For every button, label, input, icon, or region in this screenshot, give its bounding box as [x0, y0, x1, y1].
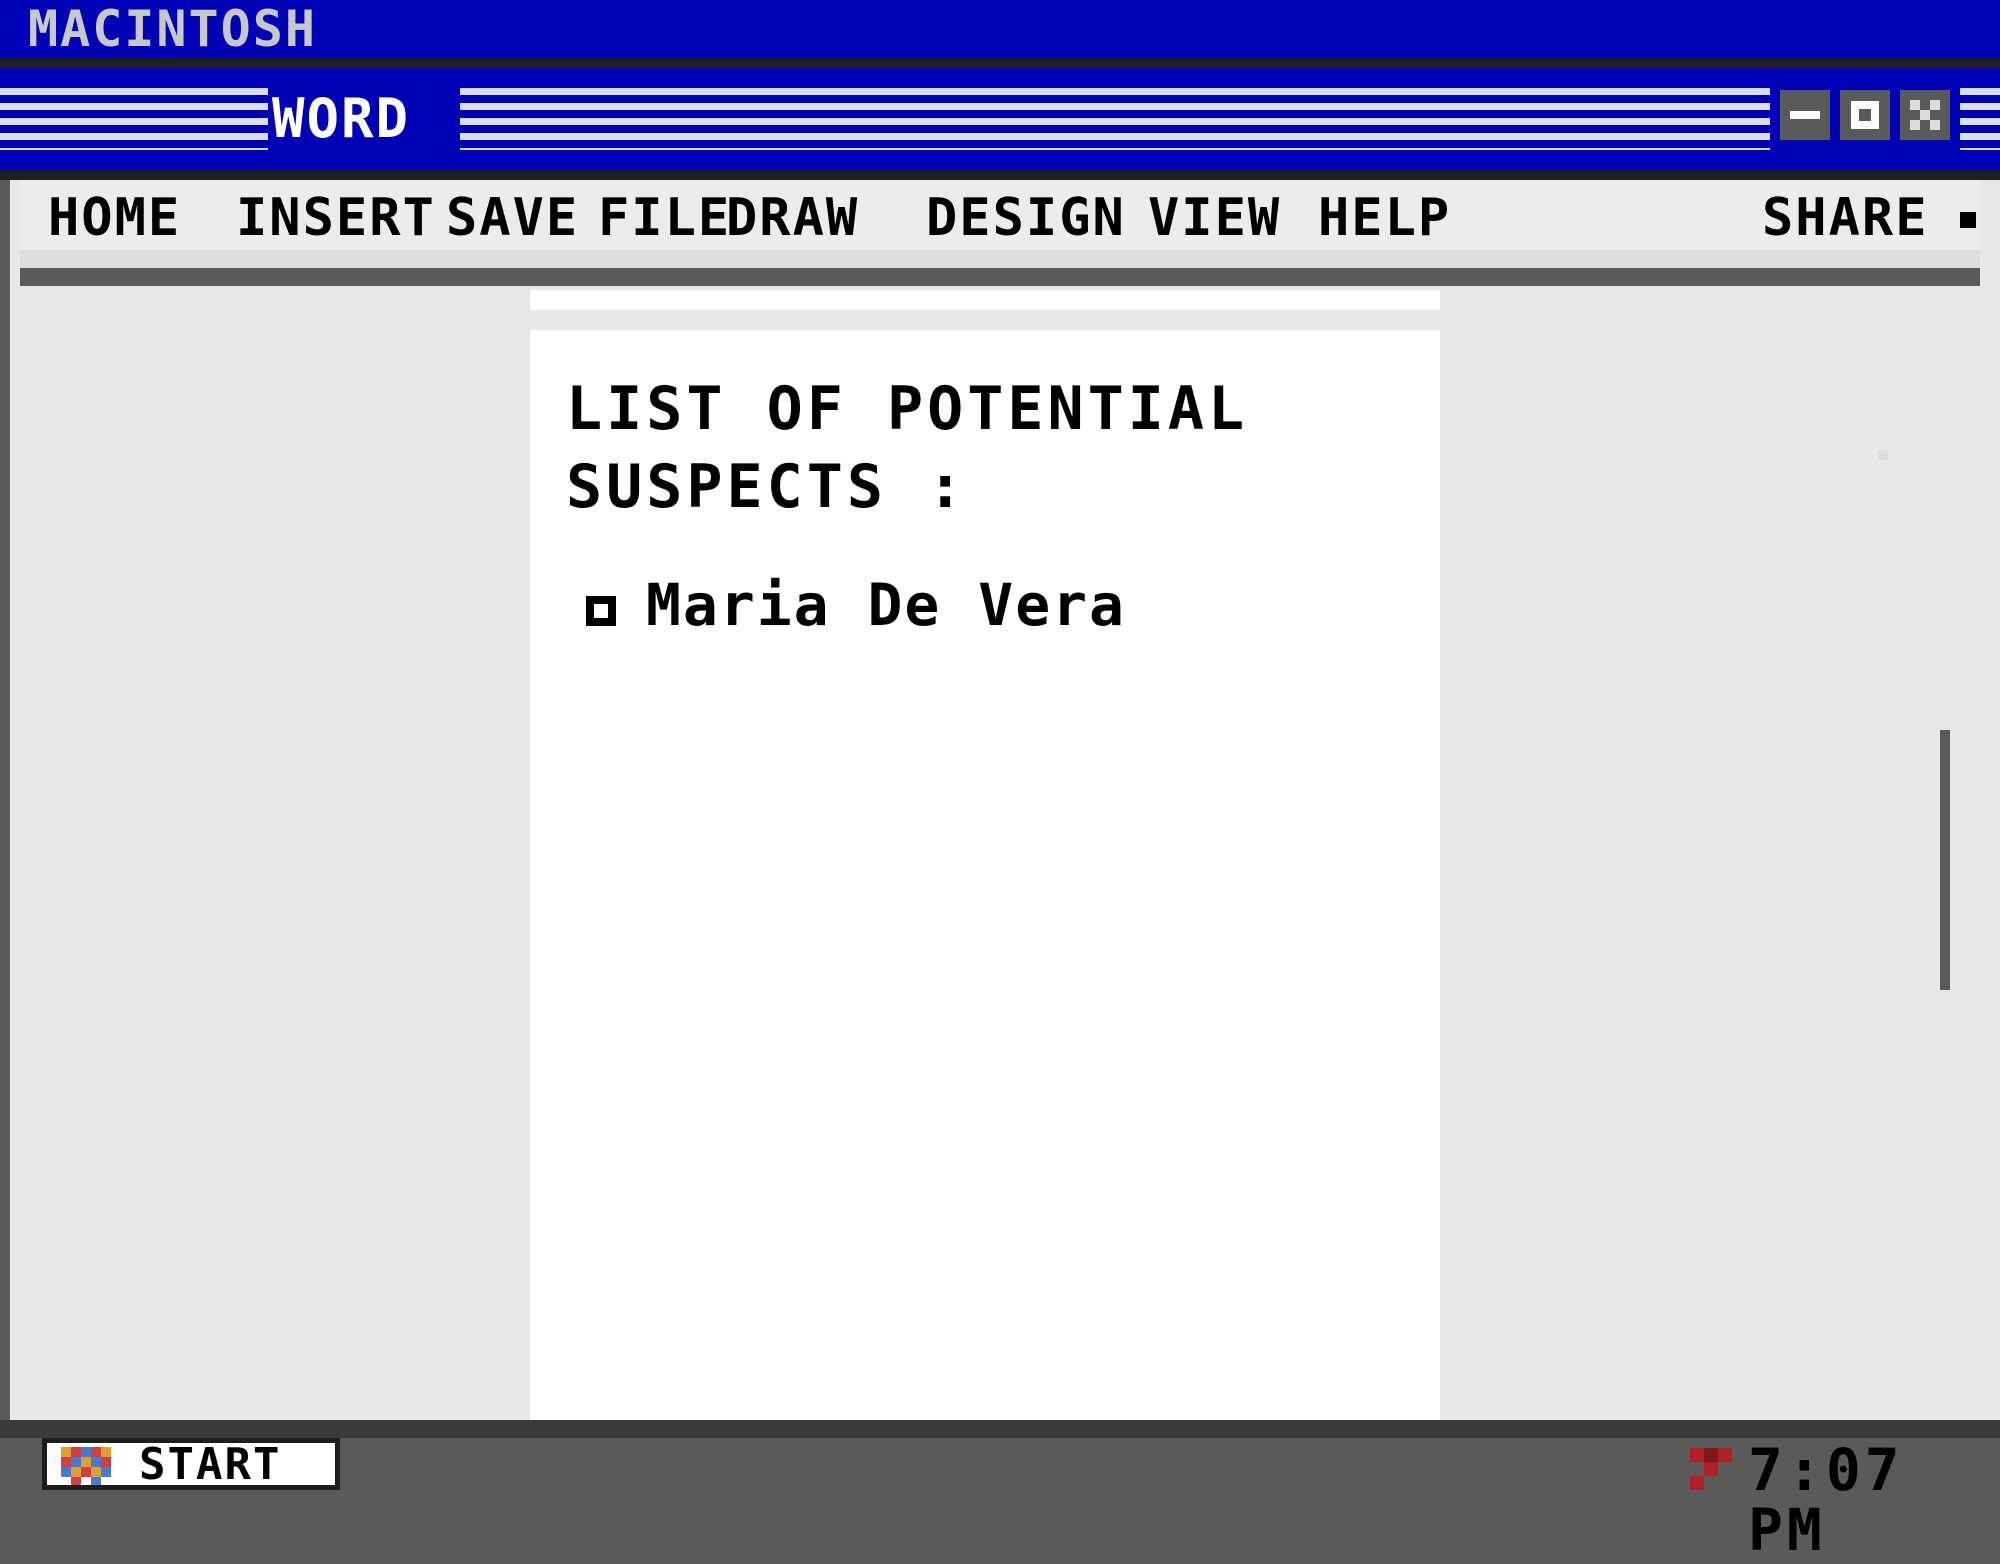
maximize-icon — [1851, 101, 1879, 129]
title-stripes-end — [1960, 88, 2000, 150]
menu-share[interactable]: SHARE — [1762, 190, 1929, 246]
menu-draw[interactable]: DRAW — [726, 190, 859, 246]
document-heading: LIST OF POTENTIAL SUSPECTS : — [566, 374, 1249, 522]
menu-file[interactable]: FILE — [598, 190, 731, 246]
taskbar: START 7:07 PM — [0, 1436, 2000, 1564]
suspect-list: Maria De Vera — [586, 570, 1126, 640]
previous-page-edge — [530, 290, 1440, 310]
list-item: Maria De Vera — [586, 570, 1126, 640]
taskbar-clock: 7:07 PM — [1748, 1436, 1904, 1564]
minimize-button[interactable] — [1780, 90, 1830, 140]
notification-icon[interactable] — [1690, 1448, 1732, 1490]
stray-pixel — [1878, 450, 1888, 460]
taskbar-divider — [0, 1420, 2000, 1438]
start-button[interactable]: START — [42, 1438, 340, 1490]
menu-help[interactable]: HELP — [1318, 190, 1451, 246]
menu-design[interactable]: DESIGN — [926, 190, 1126, 246]
ribbon-strip — [20, 250, 1980, 268]
system-title: MACINTOSH — [28, 0, 317, 58]
system-menu-bar: MACINTOSH — [0, 0, 2000, 58]
window-title: WORD — [272, 87, 411, 150]
start-label: START — [139, 1439, 282, 1490]
vertical-scrollbar[interactable] — [1940, 730, 1950, 990]
menu-view[interactable]: VIEW — [1148, 190, 1281, 246]
maximize-button[interactable] — [1840, 90, 1890, 140]
title-stripes-right — [460, 88, 1770, 150]
close-button[interactable] — [1900, 90, 1950, 140]
divider — [0, 170, 2000, 180]
close-icon — [1910, 100, 1940, 130]
ribbon-divider — [20, 268, 1980, 286]
menu-bar: HOME INSERT SAVE FILE DRAW DESIGN VIEW H… — [20, 180, 1980, 250]
share-icon[interactable] — [1960, 212, 1976, 228]
menu-home[interactable]: HOME — [48, 190, 181, 246]
divider — [0, 58, 2000, 68]
window-title-bar[interactable]: WORD — [0, 68, 2000, 170]
list-item-text: Maria De Vera — [646, 571, 1126, 639]
menu-save[interactable]: SAVE — [446, 190, 579, 246]
document-page[interactable]: LIST OF POTENTIAL SUSPECTS : Maria De Ve… — [530, 330, 1440, 1420]
title-stripes-left — [0, 88, 268, 150]
start-logo-icon — [61, 1447, 111, 1485]
bullet-icon — [586, 596, 616, 626]
word-window: HOME INSERT SAVE FILE DRAW DESIGN VIEW H… — [10, 180, 2000, 1420]
menu-insert[interactable]: INSERT — [236, 190, 436, 246]
minimize-icon — [1790, 111, 1820, 119]
